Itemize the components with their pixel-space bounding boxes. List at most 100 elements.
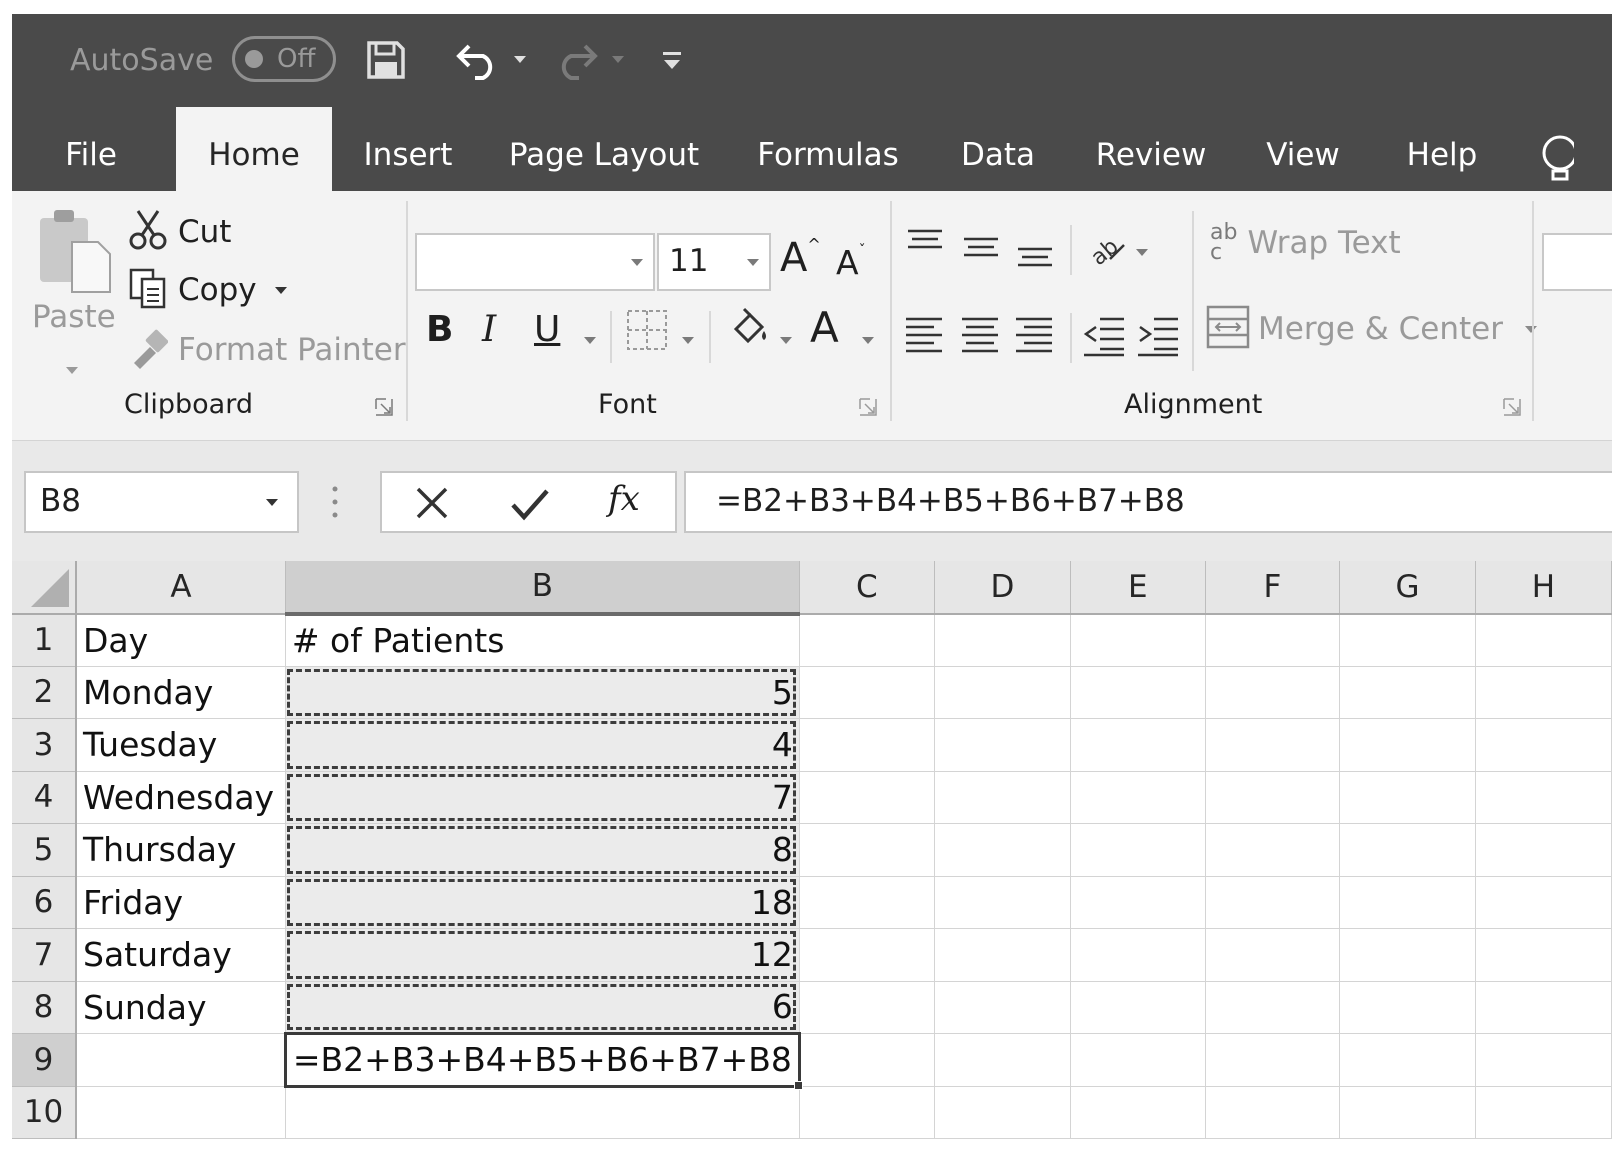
column-header-a[interactable]: A (76, 561, 286, 615)
autosave-toggle[interactable]: Off (232, 36, 336, 82)
cell-a7[interactable]: Saturday (76, 928, 286, 982)
tab-formulas[interactable]: Formulas (752, 107, 904, 191)
cell[interactable] (1205, 823, 1341, 877)
cell[interactable] (1475, 981, 1612, 1034)
wrap-text-button[interactable]: ab c Wrap Text (1210, 222, 1401, 264)
merge-center-button[interactable]: Merge & Center (1206, 305, 1537, 353)
font-color-dropdown-icon[interactable] (862, 337, 874, 344)
column-header-e[interactable]: E (1070, 561, 1206, 615)
redo-icon[interactable] (548, 38, 604, 82)
row-header[interactable]: 3 (12, 718, 78, 772)
cell[interactable] (1205, 928, 1341, 982)
column-header-d[interactable]: D (934, 561, 1072, 615)
cell[interactable] (799, 718, 935, 772)
cell[interactable] (799, 928, 935, 982)
cell[interactable] (1475, 613, 1612, 667)
cell[interactable] (1475, 771, 1612, 824)
cell-b9-editing[interactable]: =B2+B3+B4+B5+B6+B7+B8 (283, 1032, 803, 1090)
cell-b2[interactable]: 5 (285, 666, 800, 719)
tab-page-layout[interactable]: Page Layout (506, 107, 702, 191)
cell[interactable] (934, 771, 1072, 824)
cell[interactable] (1205, 613, 1341, 667)
cell[interactable] (1475, 928, 1612, 982)
cell-a9[interactable] (76, 1033, 286, 1087)
cell[interactable] (799, 876, 935, 929)
cell-a1[interactable]: Day (76, 613, 286, 667)
cell[interactable] (934, 1033, 1072, 1087)
copy-button[interactable]: Copy (128, 267, 287, 313)
orientation-icon[interactable]: ab (1086, 227, 1132, 267)
cell[interactable] (799, 613, 935, 667)
cell[interactable] (1070, 718, 1206, 772)
lightbulb-icon[interactable] (1534, 131, 1578, 187)
cell[interactable] (799, 771, 935, 824)
cell[interactable] (1339, 876, 1476, 929)
cell[interactable] (1070, 928, 1206, 982)
increase-indent-icon[interactable] (1136, 315, 1180, 359)
cell[interactable] (1475, 1086, 1612, 1139)
cell[interactable] (934, 928, 1072, 982)
column-header-g[interactable]: G (1339, 561, 1476, 615)
cell[interactable] (1070, 666, 1206, 719)
column-header-f[interactable]: F (1205, 561, 1341, 615)
cell-b5[interactable]: 8 (285, 823, 800, 877)
alignment-launcher-icon[interactable] (1502, 397, 1522, 417)
tab-view[interactable]: View (1260, 107, 1346, 191)
row-header[interactable]: 6 (12, 876, 78, 929)
tab-review[interactable]: Review (1092, 107, 1210, 191)
align-middle-icon[interactable] (960, 233, 1002, 263)
cell-a10[interactable] (76, 1086, 286, 1139)
select-all-corner[interactable] (12, 561, 78, 615)
row-header[interactable]: 8 (12, 981, 78, 1034)
shrink-font-button[interactable]: Aˇ (836, 243, 866, 282)
cell[interactable] (1339, 718, 1476, 772)
formula-input[interactable]: =B2+B3+B4+B5+B6+B7+B8 (684, 471, 1612, 533)
bold-button[interactable]: B (426, 309, 453, 350)
cell[interactable] (1070, 876, 1206, 929)
more-options-icon[interactable] (330, 485, 340, 523)
decrease-indent-icon[interactable] (1082, 315, 1126, 359)
cell[interactable] (934, 613, 1072, 667)
undo-dropdown-icon[interactable] (508, 44, 532, 74)
underline-dropdown-icon[interactable] (584, 337, 596, 344)
redo-dropdown-icon[interactable] (606, 44, 630, 74)
fill-color-icon[interactable] (728, 307, 770, 351)
cell[interactable] (1339, 1086, 1476, 1139)
cell-b8[interactable]: 6 (285, 981, 800, 1034)
font-size-dropdown[interactable]: 11 (657, 233, 771, 291)
column-header-h[interactable]: H (1475, 561, 1612, 615)
cell[interactable] (1070, 771, 1206, 824)
cell[interactable] (1339, 666, 1476, 719)
align-center-icon[interactable] (960, 315, 1000, 359)
cell[interactable] (1070, 1033, 1206, 1087)
enter-check-icon[interactable] (510, 487, 550, 525)
row-header[interactable]: 10 (12, 1086, 78, 1139)
tab-insert[interactable]: Insert (352, 107, 464, 191)
cell[interactable] (799, 981, 935, 1034)
cell[interactable] (799, 1033, 935, 1087)
cut-button[interactable]: Cut (128, 209, 231, 255)
align-right-icon[interactable] (1014, 315, 1054, 359)
name-box[interactable]: B8 (24, 471, 299, 533)
italic-button[interactable]: I (482, 309, 496, 350)
align-top-icon[interactable] (904, 227, 946, 257)
grow-font-button[interactable]: A ^ (780, 235, 821, 281)
cell[interactable] (1205, 666, 1341, 719)
tab-file[interactable]: File (46, 107, 136, 191)
cell[interactable] (1205, 1086, 1341, 1139)
clipboard-launcher-icon[interactable] (374, 397, 394, 417)
cell[interactable] (1070, 1086, 1206, 1139)
undo-icon[interactable] (450, 38, 506, 82)
cell[interactable] (934, 718, 1072, 772)
save-icon[interactable] (364, 38, 408, 82)
cell[interactable] (1205, 981, 1341, 1034)
cell[interactable] (1070, 823, 1206, 877)
font-launcher-icon[interactable] (858, 397, 878, 417)
borders-dropdown-icon[interactable] (682, 337, 694, 344)
row-header[interactable]: 1 (12, 613, 78, 667)
font-color-button[interactable]: A (810, 303, 839, 352)
paste-dropdown-icon[interactable] (66, 367, 78, 374)
cell-a2[interactable]: Monday (76, 666, 286, 719)
font-name-dropdown[interactable] (415, 233, 655, 291)
cell[interactable] (934, 1086, 1072, 1139)
